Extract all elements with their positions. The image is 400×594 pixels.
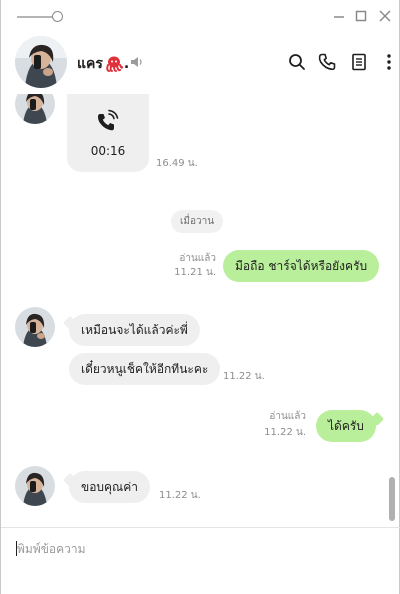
notes-icon[interactable] [349, 52, 369, 72]
contact-avatar-small[interactable] [15, 94, 55, 124]
call-message[interactable]: 00:16 [67, 94, 149, 172]
octopus-icon [106, 56, 123, 72]
message-time: 11.22 น. [264, 427, 306, 438]
message-input[interactable] [11, 536, 391, 586]
incoming-message[interactable]: เหมือนจะได้แล้วค่ะพี่ [69, 314, 200, 346]
contact-avatar[interactable] [15, 36, 67, 88]
contact-name-text: แคร [77, 56, 103, 72]
phone-icon[interactable] [317, 52, 337, 72]
message-time: 16.49 น. [156, 158, 198, 169]
chat-header: แคร . [1, 32, 400, 94]
read-receipt: อ่านแล้ว [179, 253, 216, 264]
title-bar [1, 0, 400, 32]
phone-call-icon [97, 109, 119, 131]
contact-avatar-small[interactable] [15, 466, 55, 506]
maximize-icon[interactable] [353, 8, 369, 24]
scrollbar-thumb[interactable] [389, 477, 395, 521]
message-time: 11.21 น. [174, 267, 216, 278]
more-vertical-icon[interactable] [379, 52, 399, 72]
incoming-message[interactable]: ขอบคุณค่า [69, 471, 150, 503]
opacity-slider-track[interactable] [17, 16, 57, 18]
read-receipt: อ่านแล้ว [269, 411, 306, 422]
chat-window: แคร . 00:16 16.49 น. เมื่อวาน อ่านแล้ว 1… [0, 0, 400, 594]
contact-name: แคร . [77, 53, 129, 75]
search-icon[interactable] [287, 52, 307, 72]
incoming-message[interactable]: เดี๋ยวหนูเช็คให้อีกทีนะคะ [69, 353, 221, 385]
call-duration: 00:16 [90, 144, 126, 158]
speaker-icon[interactable] [129, 55, 145, 69]
message-list[interactable]: 00:16 16.49 น. เมื่อวาน อ่านแล้ว 11.21 น… [1, 94, 400, 526]
contact-avatar-small[interactable] [15, 307, 55, 347]
message-time: 11.22 น. [223, 371, 265, 382]
close-icon[interactable] [377, 8, 393, 24]
opacity-slider-handle[interactable] [52, 11, 63, 22]
minimize-icon[interactable] [331, 8, 347, 24]
message-time: 11.22 น. [159, 490, 201, 501]
date-divider: เมื่อวาน [171, 210, 224, 233]
text-caret [16, 541, 17, 556]
outgoing-message[interactable]: ได้ครับ [316, 410, 376, 442]
outgoing-message[interactable]: มือถือ ชาร์จได้หรือยังครับ [223, 250, 380, 282]
input-divider [1, 527, 400, 528]
